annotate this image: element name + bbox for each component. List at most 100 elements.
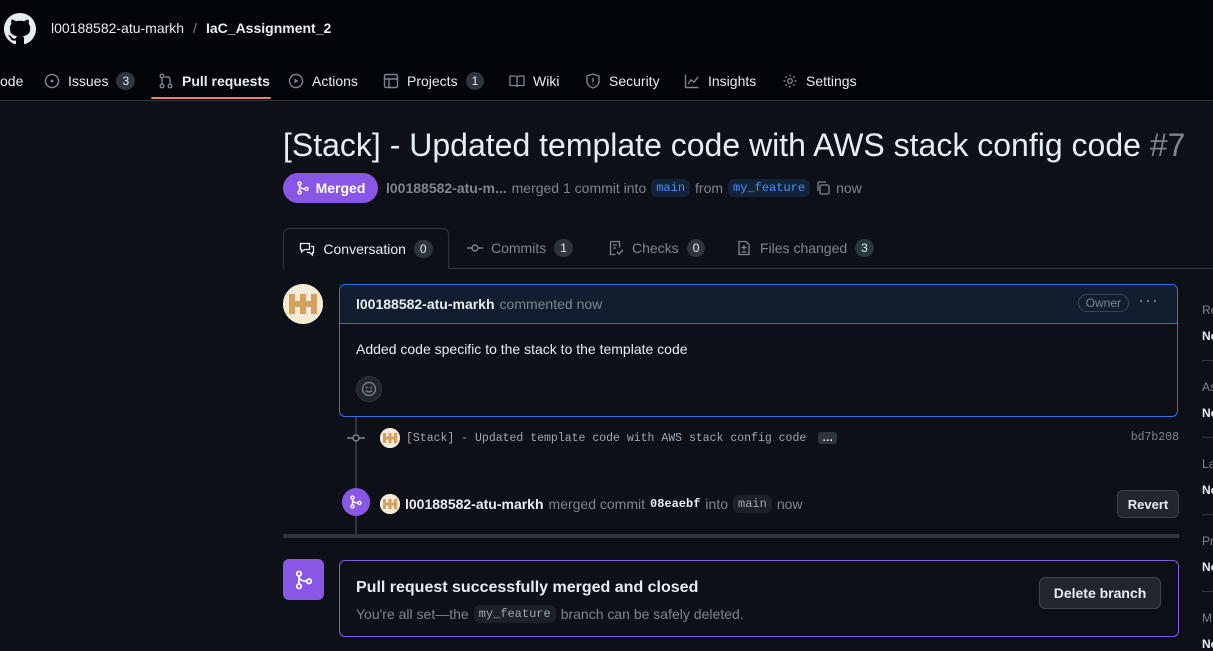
revert-button[interactable]: Revert bbox=[1117, 490, 1179, 518]
delete-branch-button[interactable]: Delete branch bbox=[1039, 577, 1161, 609]
smiley-icon bbox=[361, 381, 377, 397]
tab-projects[interactable]: Projects 1 bbox=[383, 62, 485, 100]
sidebar-section-labels[interactable]: La No bbox=[1202, 457, 1213, 497]
commit-row: [Stack] - Updated template code with AWS… bbox=[344, 426, 1179, 450]
tab-insights-label: Insights bbox=[708, 73, 757, 89]
issue-opened-icon bbox=[44, 73, 60, 89]
kebab-menu-icon[interactable]: ··· bbox=[1138, 290, 1159, 311]
merged-status-subtitle: You're all set—the my_feature branch can… bbox=[356, 605, 744, 623]
comment-header: l00188582-atu-markh commented now bbox=[340, 285, 1177, 324]
identicon-icon bbox=[380, 494, 400, 514]
merged-state-label: Merged bbox=[315, 180, 366, 196]
git-merge-icon bbox=[295, 570, 312, 589]
merge-event-action: merged commit bbox=[548, 496, 645, 512]
tab-code[interactable]: ode bbox=[0, 62, 23, 100]
avatar[interactable] bbox=[380, 428, 400, 448]
identicon-icon bbox=[380, 428, 400, 448]
tab-issues[interactable]: Issues 3 bbox=[44, 62, 136, 100]
tab-code-label: ode bbox=[0, 73, 24, 89]
checklist-icon bbox=[609, 240, 624, 256]
tab-conversation[interactable]: Conversation 0 bbox=[283, 228, 449, 269]
tab-checks-label: Checks bbox=[632, 240, 679, 256]
sidebar-section-reviewers[interactable]: Re No bbox=[1202, 303, 1213, 343]
expand-commit-button[interactable]: … bbox=[818, 432, 838, 444]
pr-tabs: Conversation 0 Commits 1 Checks 0 Files … bbox=[283, 228, 1213, 269]
merge-into-text: into bbox=[705, 496, 728, 512]
sidebar-divider bbox=[1202, 437, 1213, 438]
tab-wiki[interactable]: Wiki bbox=[509, 62, 559, 100]
file-diff-icon bbox=[738, 240, 750, 256]
repo-owner-link[interactable]: l00188582-atu-markh bbox=[51, 20, 184, 36]
tab-commits[interactable]: Commits 1 bbox=[467, 228, 573, 268]
tab-settings[interactable]: Settings bbox=[782, 62, 857, 100]
repo-header: l00188582-atu-markh / IaC_Assignment_2 o… bbox=[0, 0, 1213, 101]
git-commit-icon bbox=[347, 434, 365, 442]
sidebar-divider bbox=[1202, 591, 1213, 592]
sidebar-section-assignees[interactable]: As No bbox=[1202, 380, 1213, 420]
comment-discussion-icon bbox=[300, 242, 315, 256]
comment-action: commented now bbox=[499, 296, 603, 312]
head-branch[interactable]: my_feature bbox=[728, 179, 811, 197]
sidebar-value: No bbox=[1202, 329, 1213, 343]
pr-author-link[interactable]: l00188582-atu-m... bbox=[386, 180, 507, 196]
git-commit-icon bbox=[467, 244, 483, 252]
timeline-end-divider bbox=[283, 534, 1179, 538]
sidebar-label: As bbox=[1202, 380, 1213, 394]
projects-counter: 1 bbox=[465, 72, 485, 90]
tab-security[interactable]: Security bbox=[585, 62, 660, 100]
git-merge-icon bbox=[296, 181, 309, 195]
sidebar-divider bbox=[1202, 514, 1213, 515]
tab-checks[interactable]: Checks 0 bbox=[608, 228, 706, 268]
book-icon bbox=[509, 75, 525, 88]
merge-author-link[interactable]: l00188582-atu-markh bbox=[405, 496, 544, 512]
tab-pull-requests-label: Pull requests bbox=[182, 73, 270, 89]
sidebar-section-milestone[interactable]: M No bbox=[1202, 611, 1213, 651]
pr-time: now bbox=[836, 180, 862, 196]
avatar[interactable] bbox=[283, 284, 323, 324]
sidebar-section-projects[interactable]: Pr No bbox=[1202, 534, 1213, 574]
add-reaction-button[interactable] bbox=[356, 376, 382, 402]
table-icon bbox=[383, 73, 399, 89]
merge-commit-sha-link[interactable]: 08eaebf bbox=[650, 497, 700, 511]
commit-sha-link[interactable]: bd7b208 bbox=[1131, 431, 1179, 444]
pr-merged-text: merged 1 commit into bbox=[511, 180, 647, 196]
graph-icon bbox=[684, 74, 699, 89]
repo-name-link[interactable]: IaC_Assignment_2 bbox=[206, 20, 331, 36]
tab-files-changed[interactable]: Files changed 3 bbox=[736, 228, 874, 268]
merged-sub-suffix: branch can be safely deleted. bbox=[560, 606, 744, 622]
base-branch[interactable]: main bbox=[651, 179, 691, 197]
sidebar-value: No bbox=[1202, 406, 1213, 420]
files-changed-counter: 3 bbox=[855, 239, 874, 257]
comment-author[interactable]: l00188582-atu-markh bbox=[356, 296, 495, 312]
commits-counter: 1 bbox=[554, 239, 573, 257]
tab-settings-label: Settings bbox=[806, 73, 857, 89]
sidebar-label: La bbox=[1202, 457, 1213, 471]
merged-status-icon bbox=[283, 559, 324, 600]
shield-icon bbox=[586, 73, 600, 89]
tab-projects-label: Projects bbox=[407, 73, 458, 89]
copy-icon[interactable] bbox=[815, 180, 831, 196]
tab-pull-requests[interactable]: Pull requests bbox=[158, 62, 270, 100]
merge-target-branch[interactable]: main bbox=[733, 495, 772, 513]
merge-time: now bbox=[776, 496, 803, 512]
pr-title: [Stack] - Updated template code with AWS… bbox=[283, 127, 1185, 164]
commit-message-link[interactable]: [Stack] - Updated template code with AWS… bbox=[406, 432, 806, 445]
merge-event-badge bbox=[342, 488, 370, 516]
github-logo-icon[interactable] bbox=[4, 13, 36, 45]
tab-files-changed-label: Files changed bbox=[760, 240, 848, 256]
tab-issues-label: Issues bbox=[68, 73, 109, 89]
git-pull-request-icon bbox=[159, 73, 173, 89]
git-merge-icon bbox=[350, 495, 362, 509]
avatar[interactable] bbox=[380, 494, 400, 514]
merged-status-box: Pull request successfully merged and clo… bbox=[339, 560, 1179, 637]
sidebar-divider bbox=[1202, 360, 1213, 361]
deletable-branch[interactable]: my_feature bbox=[473, 605, 556, 623]
pr-number: #7 bbox=[1149, 127, 1186, 163]
sidebar-value: No bbox=[1202, 637, 1213, 651]
merge-event-text: l00188582-atu-markh merged commit 08eaeb… bbox=[380, 494, 803, 514]
sidebar-value: No bbox=[1202, 483, 1213, 497]
comment-body: Added code specific to the stack to the … bbox=[356, 341, 688, 357]
merged-sub-prefix: You're all set—the bbox=[356, 606, 469, 622]
tab-insights[interactable]: Insights bbox=[684, 62, 756, 100]
tab-actions[interactable]: Actions bbox=[288, 62, 358, 100]
